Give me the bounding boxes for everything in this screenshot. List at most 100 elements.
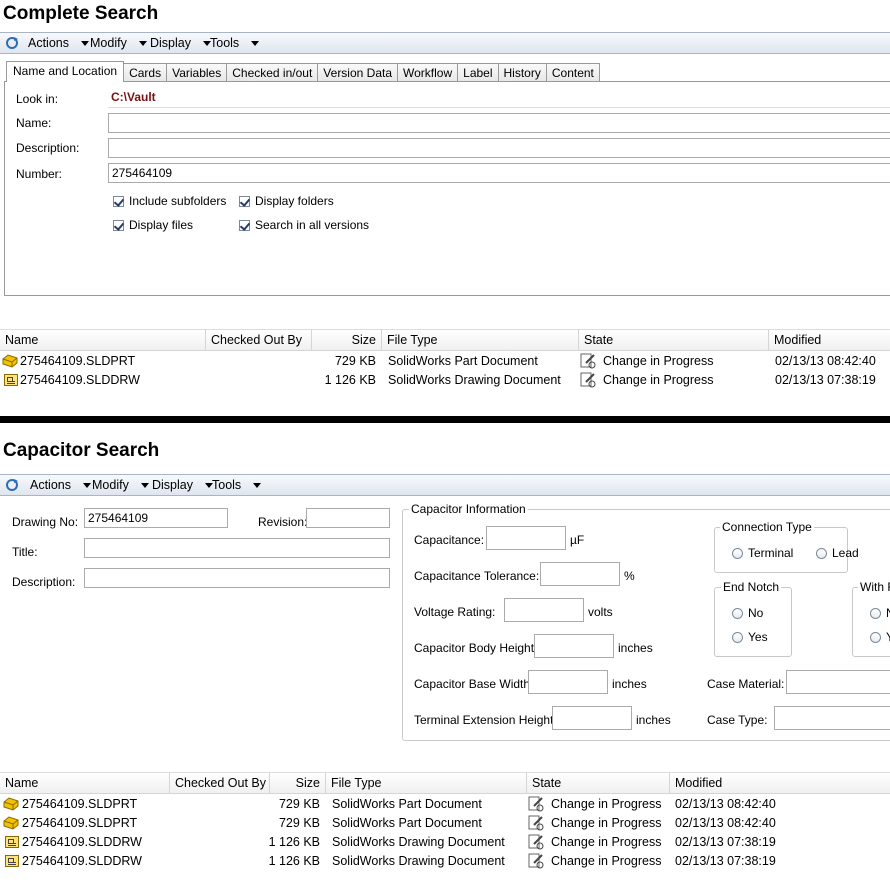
state-value: Change in Progress (551, 797, 662, 811)
refresh-icon[interactable] (5, 36, 19, 50)
case-material-field[interactable] (786, 670, 890, 694)
terminal-ext-field[interactable] (552, 706, 632, 730)
table-row[interactable]: 275464109.SLDPRT 729 KB SolidWorks Part … (0, 814, 890, 833)
tab-checked-in-out[interactable]: Checked in/out (226, 63, 319, 82)
file-type: SolidWorks Part Document (332, 816, 482, 830)
state-value: Change in Progress (551, 835, 662, 849)
actions-menu[interactable]: Actions (28, 36, 89, 50)
description-label: Description: (12, 575, 76, 589)
base-width-label: Capacitor Base Width: (414, 677, 534, 691)
end-notch-no-radio[interactable]: No (732, 606, 763, 620)
number-field[interactable]: 275464109 (108, 163, 890, 183)
tools-menu[interactable]: Tools (212, 478, 262, 492)
tools-menu[interactable]: Tools (210, 36, 260, 50)
capacitor-search-title: Capacitor Search (3, 440, 160, 461)
with-f-no-radio[interactable]: N (870, 606, 890, 620)
voltage-unit: volts (588, 605, 613, 619)
with-f-yes-radio[interactable]: Y (870, 630, 890, 644)
file-size: 1 126 KB (324, 373, 376, 387)
refresh-icon[interactable] (5, 478, 19, 492)
title-label: Title: (12, 545, 38, 559)
search-all-versions-checkbox[interactable]: Search in all versions (239, 218, 369, 232)
body-height-field[interactable] (534, 634, 614, 658)
tab-content[interactable]: Content (545, 63, 600, 82)
case-type-field[interactable] (774, 706, 890, 730)
radio-icon (870, 631, 881, 643)
file-type: SolidWorks Part Document (388, 354, 538, 368)
terminal-radio[interactable]: Terminal (732, 546, 793, 560)
lead-radio[interactable]: Lead (816, 546, 859, 560)
column-checked-out-by[interactable]: Checked Out By (170, 773, 270, 794)
actions-menu[interactable]: Actions (30, 478, 91, 492)
tolerance-unit: % (624, 569, 635, 583)
file-name: 275464109.SLDPRT (20, 354, 136, 368)
display-menu[interactable]: Display (152, 478, 213, 492)
tab-label[interactable]: Label (457, 63, 499, 82)
tab-name-and-location[interactable]: Name and Location (6, 61, 125, 82)
capacitor-search-toolbar: Actions Modify Display Tools (0, 474, 890, 496)
modified-date: 02/13/13 08:42:40 (675, 797, 776, 811)
end-notch-yes-radio[interactable]: Yes (732, 630, 768, 644)
results-grid-header: Name Checked Out By Size File Type State… (0, 772, 890, 794)
tolerance-field[interactable] (540, 562, 620, 586)
modify-menu[interactable]: Modify (92, 478, 149, 492)
table-row[interactable]: 275464109.SLDDRW 1 126 KB SolidWorks Dra… (0, 371, 890, 390)
look-in-field[interactable]: C:\Vault (108, 88, 890, 108)
column-state[interactable]: State (527, 773, 670, 794)
chevron-down-icon (81, 40, 89, 46)
voltage-field[interactable] (504, 598, 584, 622)
table-row[interactable]: 275464109.SLDPRT 729 KB SolidWorks Part … (0, 352, 890, 371)
table-row[interactable]: 275464109.SLDPRT 729 KB SolidWorks Part … (0, 795, 890, 814)
file-size: 729 KB (278, 816, 320, 830)
file-size: 1 126 KB (268, 854, 320, 868)
column-checked-out-by[interactable]: Checked Out By (206, 330, 312, 351)
connection-type-title: Connection Type (720, 520, 814, 534)
tab-workflow[interactable]: Workflow (397, 63, 459, 82)
table-row[interactable]: 275464109.SLDDRW 1 126 KB SolidWorks Dra… (0, 833, 890, 852)
file-type: SolidWorks Drawing Document (332, 835, 505, 849)
drawing-icon (5, 855, 19, 867)
revision-field[interactable] (306, 508, 390, 528)
display-menu[interactable]: Display (150, 36, 211, 50)
tab-cards[interactable]: Cards (123, 63, 168, 82)
column-modified[interactable]: Modified (670, 773, 890, 794)
title-field[interactable] (84, 538, 390, 558)
state-value: Change in Progress (551, 854, 662, 868)
base-width-field[interactable] (528, 670, 608, 694)
column-size[interactable]: Size (312, 330, 382, 351)
tab-history[interactable]: History (497, 63, 547, 82)
include-subfolders-checkbox[interactable]: Include subfolders (113, 194, 226, 208)
description-field[interactable] (84, 568, 390, 588)
radio-icon (732, 631, 743, 643)
table-row[interactable]: 275464109.SLDDRW 1 126 KB SolidWorks Dra… (0, 852, 890, 871)
drawing-no-field[interactable]: 275464109 (84, 508, 228, 528)
column-size[interactable]: Size (270, 773, 326, 794)
state-change-icon (528, 796, 544, 812)
state-value: Change in Progress (551, 816, 662, 830)
display-files-checkbox[interactable]: Display files (113, 218, 193, 232)
file-type: SolidWorks Drawing Document (332, 854, 505, 868)
column-file-type[interactable]: File Type (382, 330, 579, 351)
capacitance-label: Capacitance: (414, 533, 485, 547)
column-file-type[interactable]: File Type (326, 773, 527, 794)
radio-icon (732, 547, 743, 559)
radio-icon (870, 607, 881, 619)
file-name: 275464109.SLDDRW (20, 373, 140, 387)
file-name: 275464109.SLDPRT (22, 816, 138, 830)
display-folders-checkbox[interactable]: Display folders (239, 194, 334, 208)
file-name: 275464109.SLDDRW (22, 835, 142, 849)
name-field[interactable] (108, 113, 890, 133)
column-name[interactable]: Name (0, 330, 206, 351)
terminal-ext-unit: inches (636, 713, 671, 727)
section-divider (0, 416, 890, 423)
file-type: SolidWorks Part Document (332, 797, 482, 811)
column-name[interactable]: Name (0, 773, 170, 794)
drawing-icon (4, 374, 18, 386)
capacitance-field[interactable] (486, 526, 566, 550)
tab-variables[interactable]: Variables (166, 63, 228, 82)
column-modified[interactable]: Modified (769, 330, 890, 351)
modify-menu[interactable]: Modify (90, 36, 147, 50)
tab-version-data[interactable]: Version Data (317, 63, 399, 82)
column-state[interactable]: State (579, 330, 769, 351)
description-field[interactable] (108, 138, 890, 158)
